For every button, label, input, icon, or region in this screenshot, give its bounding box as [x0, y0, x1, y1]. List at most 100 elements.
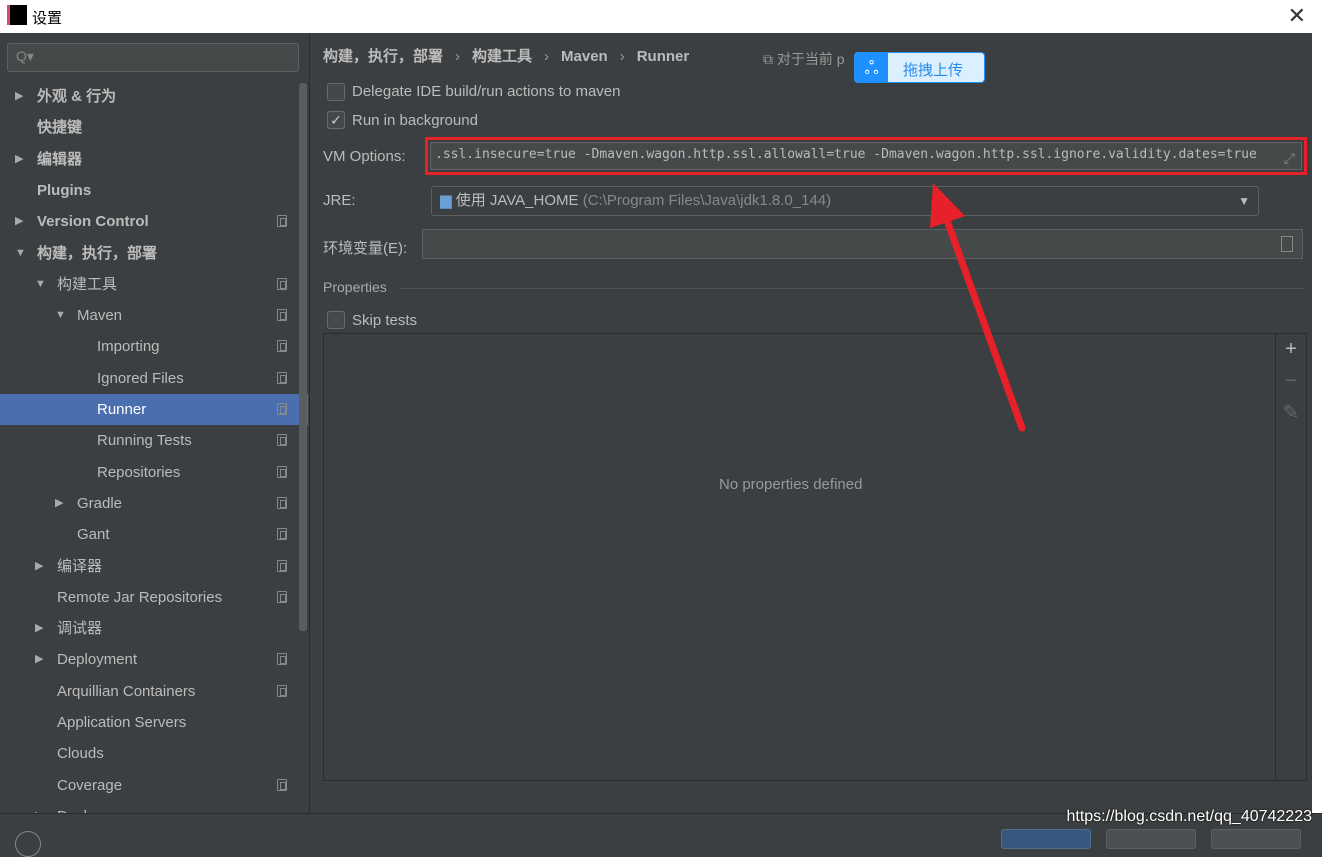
sidebar-item[interactable]: Remote Jar Repositories [0, 582, 308, 613]
chevron-right-icon[interactable]: ▶ [15, 81, 23, 112]
sidebar-item-label: 构建，执行，部署 [37, 244, 158, 262]
sidebar-item[interactable]: Plugins [0, 175, 308, 206]
project-scope-icon [277, 496, 287, 509]
sidebar-item[interactable]: ▶ 编译器 [0, 551, 308, 582]
background-window-edge [1312, 33, 1322, 813]
sidebar-item-label: Version Control [37, 213, 149, 231]
vm-options-highlight: .ssl.insecure=true -Dmaven.wagon.http.ss… [425, 137, 1307, 175]
project-scope-icon [277, 215, 287, 228]
sidebar-item-label: 外观 & 行为 [37, 88, 117, 105]
chevron-right-icon[interactable]: ▶ [35, 613, 43, 644]
sidebar-item[interactable]: ▼ Maven [0, 300, 308, 331]
dialog-footer: https://blog.csdn.net/qq_40742223 [0, 808, 1322, 857]
chevron-down-icon[interactable]: ▼ [15, 238, 26, 269]
baidu-cloud-icon: ஃ [855, 53, 888, 82]
project-scope-icon [277, 465, 287, 478]
sidebar-item[interactable]: Coverage [0, 770, 308, 801]
project-scope-icon [277, 528, 287, 541]
project-scope-icon [277, 434, 287, 447]
sidebar-item[interactable]: ▶ Docker [0, 801, 308, 813]
chevron-down-icon[interactable]: ▼ [35, 269, 46, 300]
jre-label: JRE: [323, 192, 356, 209]
sidebar-item[interactable]: Running Tests [0, 425, 308, 456]
sidebar-item-label: Deployment [57, 651, 138, 669]
vm-options-input[interactable]: .ssl.insecure=true -Dmaven.wagon.http.ss… [430, 142, 1302, 170]
sidebar-item[interactable]: Gant [0, 519, 308, 550]
cancel-button[interactable] [1106, 829, 1196, 849]
search-icon: Q▾ [16, 48, 34, 64]
runner-settings-panel: 构建，执行，部署 › 构建工具 › Maven › Runner ⧉ 对于当前 p ஃ 拖拽… [311, 33, 1311, 813]
sidebar-item-label: Clouds [57, 745, 104, 763]
sidebar-item-label: Arquillian Containers [57, 682, 196, 700]
sidebar-scrollbar[interactable] [299, 83, 307, 631]
sidebar-item[interactable]: Application Servers [0, 707, 308, 738]
chevron-right-icon[interactable]: ▶ [15, 144, 23, 175]
sidebar-item-label: Coverage [57, 776, 123, 794]
sidebar-item[interactable]: Runner [0, 394, 308, 425]
sidebar-item-label: Running Tests [97, 432, 192, 450]
settings-search-input[interactable]: Q▾ [7, 43, 299, 72]
sidebar-item[interactable]: Arquillian Containers [0, 676, 308, 707]
apply-button[interactable] [1211, 829, 1301, 849]
sidebar-item[interactable]: ▶ Gradle [0, 488, 308, 519]
sidebar-item-label: 编译器 [57, 557, 103, 575]
project-scope-icon [277, 559, 287, 572]
sidebar-item-label: 构建工具 [57, 275, 118, 293]
sidebar-item[interactable]: ▶ 编辑器 [0, 144, 308, 175]
properties-table[interactable]: No properties defined + − ✎ [323, 333, 1307, 781]
watermark: https://blog.csdn.net/qq_40742223 [1066, 808, 1312, 825]
sidebar-item-label: 调试器 [57, 620, 103, 638]
sidebar-item[interactable]: ▶ 调试器 [0, 613, 308, 644]
jre-value: 使用 JAVA_HOME [455, 192, 579, 209]
sidebar-item[interactable]: ▼ 构建，执行，部署 [0, 238, 308, 269]
sidebar-item-label: Ignored Files [97, 369, 184, 387]
sidebar-item-label: 编辑器 [37, 150, 83, 168]
jre-path: (C:\Program Files\Java\jdk1.8.0_144) [582, 192, 832, 209]
jre-select[interactable]: ▆ 使用 JAVA_HOME (C:\Program Files\Java\jd… [431, 186, 1259, 216]
sidebar-item-label: Importing [97, 338, 160, 356]
sidebar-item-label: Docker [57, 801, 105, 813]
breadcrumb-item: Maven [561, 48, 608, 65]
sidebar-item-label: Runner [97, 401, 147, 418]
env-vars-input[interactable] [422, 229, 1303, 259]
sidebar-item[interactable]: Clouds [0, 738, 308, 769]
document-icon[interactable] [1281, 236, 1293, 252]
edit-icon[interactable]: ✎ [1276, 398, 1306, 430]
sidebar-item[interactable]: Importing [0, 331, 308, 362]
chevron-right-icon[interactable]: ▶ [15, 206, 23, 237]
chevron-right-icon[interactable]: ▶ [35, 644, 43, 675]
baidu-upload-overlay[interactable]: ஃ 拖拽上传 [854, 52, 985, 83]
properties-title: Properties [323, 279, 387, 295]
vm-options-value: .ssl.insecure=true -Dmaven.wagon.http.ss… [435, 147, 1257, 162]
add-icon[interactable]: + [1276, 334, 1306, 366]
run-in-background-checkbox[interactable]: ✓ [327, 111, 345, 129]
sidebar-item[interactable]: ▶ Deployment [0, 644, 308, 675]
chevron-right-icon[interactable]: ▶ [35, 801, 43, 813]
sidebar-item[interactable]: Ignored Files [0, 363, 308, 394]
chevron-right-icon[interactable]: ▶ [35, 551, 43, 582]
env-vars-label: 环境变量(E): [323, 240, 408, 257]
chevron-down-icon[interactable]: ▼ [55, 300, 66, 331]
close-icon[interactable]: ✕ [1288, 3, 1306, 29]
empty-text: No properties defined [719, 476, 863, 493]
help-button[interactable] [15, 831, 41, 857]
sidebar-item-label: Gant [77, 526, 110, 544]
expand-icon[interactable]: ⤢ [1284, 147, 1295, 169]
chevron-right-icon[interactable]: ▶ [55, 488, 63, 519]
delegate-checkbox[interactable] [327, 83, 345, 101]
skip-tests-checkbox[interactable] [327, 311, 345, 329]
sidebar-item[interactable]: ▶ Version Control [0, 206, 308, 237]
project-scope-icon [277, 684, 287, 697]
sidebar-item[interactable]: ▶ 外观 & 行为 [0, 81, 308, 112]
breadcrumb-item: Runner [636, 48, 690, 65]
sidebar-item[interactable]: Repositories [0, 457, 308, 488]
sidebar-item[interactable]: ▼ 构建工具 [0, 269, 308, 300]
sidebar-item[interactable]: 快捷键 [0, 112, 308, 143]
ok-button[interactable] [1001, 829, 1091, 849]
project-scope-icon [277, 590, 287, 603]
remove-icon[interactable]: − [1276, 366, 1306, 398]
project-scope-icon [277, 371, 287, 384]
breadcrumb: 构建，执行，部署 › 构建工具 › Maven › Runner [323, 48, 690, 65]
window-title: 设置 [32, 10, 63, 27]
project-scope-hint: ⧉ 对于当前 p [763, 51, 845, 67]
